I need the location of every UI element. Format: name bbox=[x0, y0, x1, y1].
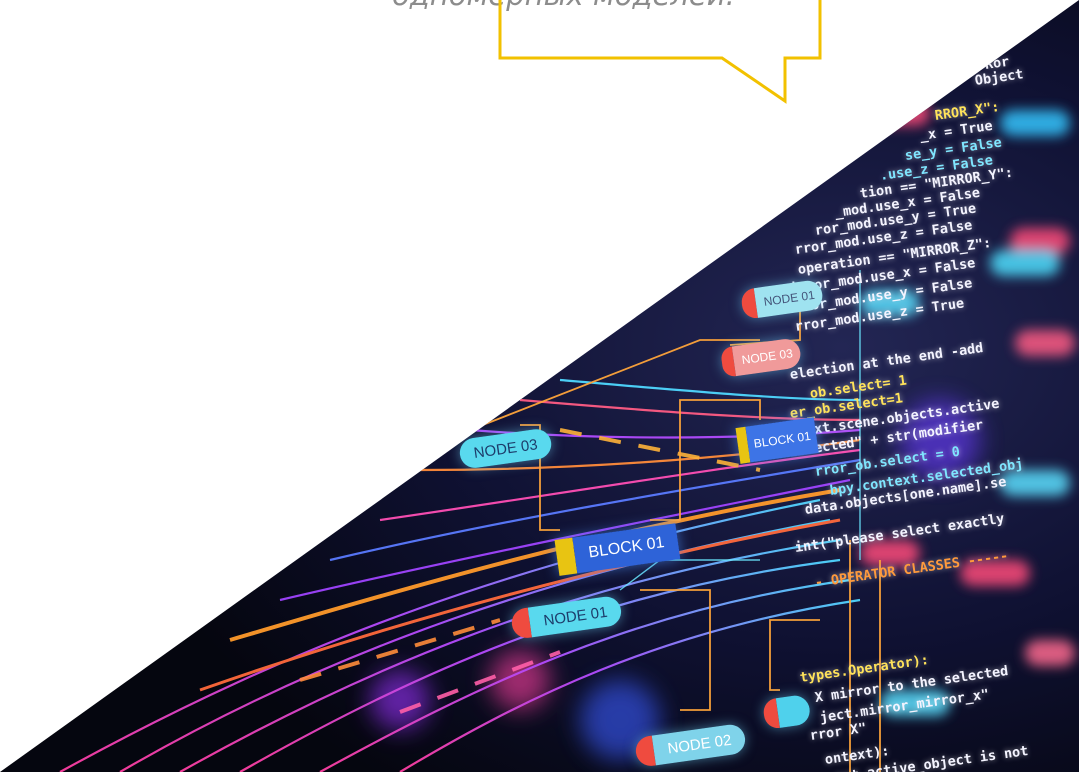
slide-canvas: одномерных моделей. bbox=[0, 0, 1079, 772]
